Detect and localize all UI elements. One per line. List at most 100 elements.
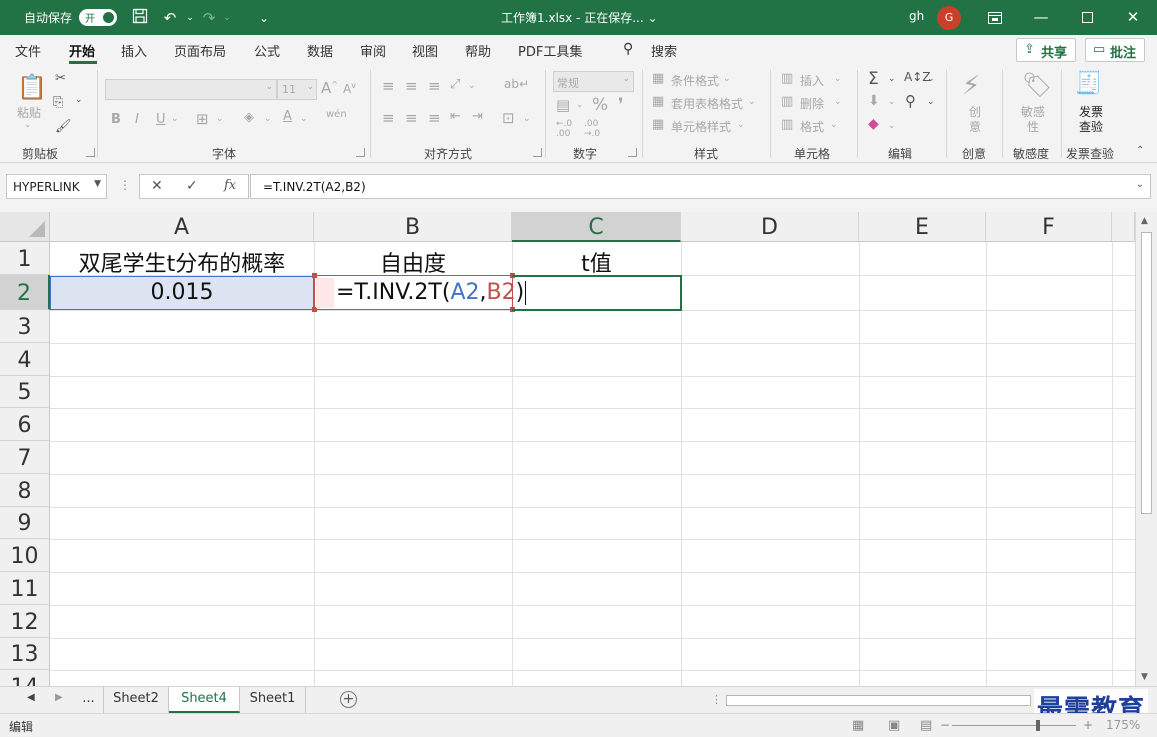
orientation-dropdown-icon[interactable]: ⌄ [468, 81, 476, 91]
normal-view-icon[interactable]: ▦ [852, 718, 864, 733]
user-name[interactable]: gh [909, 9, 924, 23]
row-header-9[interactable]: 9 [0, 507, 50, 539]
align-left-icon[interactable]: ≡ [382, 109, 395, 127]
tab-data[interactable]: 数据 [307, 41, 333, 60]
underline-dropdown-icon[interactable]: ⌄ [171, 114, 179, 124]
row-header-11[interactable]: 11 [0, 572, 50, 605]
name-box-dropdown-icon[interactable]: ▼ [94, 179, 101, 189]
document-title[interactable]: 工作簿1.xlsx - 正在保存... ⌄ [501, 9, 658, 26]
borders-icon[interactable]: ⊞ [196, 110, 209, 128]
comma-style-icon[interactable]: ❜ [618, 95, 623, 115]
save-icon[interactable] [130, 8, 150, 28]
cell-c1[interactable]: t值 [512, 246, 681, 278]
scroll-up-icon[interactable]: ▲ [1141, 216, 1148, 226]
row-header-10[interactable]: 10 [0, 539, 50, 572]
clear-dropdown-icon[interactable]: ⌄ [888, 121, 896, 131]
cell-styles-dropdown-icon[interactable]: ⌄ [737, 120, 745, 130]
row-header-14[interactable]: 14 [0, 670, 50, 686]
format-cells-button[interactable]: 格式 [800, 118, 824, 135]
column-header-b[interactable]: B [314, 212, 512, 242]
font-launcher-icon[interactable] [356, 148, 365, 157]
tab-sheet1[interactable]: Sheet1 [240, 687, 306, 713]
row-header-5[interactable]: 5 [0, 376, 50, 408]
tab-split-icon[interactable]: ⋮ [711, 693, 722, 706]
zoom-out-icon[interactable]: − [940, 718, 950, 732]
font-dropdown-icon[interactable]: ⌄ [265, 82, 273, 92]
align-center-icon[interactable]: ≡ [405, 109, 418, 127]
tab-insert[interactable]: 插入 [121, 41, 147, 60]
column-header-f[interactable]: F [986, 212, 1112, 242]
accounting-icon[interactable]: ▤ [556, 96, 570, 114]
decrease-indent-icon[interactable]: ⇤ [450, 109, 461, 124]
cell-c2-editor[interactable]: =T.INV.2T(A2,B2) [336, 280, 527, 305]
font-color-icon[interactable]: A [283, 109, 292, 124]
vertical-scroll-thumb[interactable] [1141, 232, 1152, 514]
confirm-entry-icon[interactable]: ✓ [186, 178, 198, 194]
bold-icon[interactable]: B [111, 112, 121, 127]
formula-input[interactable]: =T.INV.2T(A2,B2) ⌄ [250, 174, 1151, 199]
cell-styles-icon[interactable]: ▦ [652, 117, 664, 132]
select-all-button[interactable] [0, 212, 50, 242]
customize-toolbar-icon[interactable]: ⌄ [254, 8, 274, 28]
avatar[interactable]: G [937, 6, 961, 30]
page-break-view-icon[interactable]: ▤ [920, 718, 932, 733]
delete-cells-dropdown-icon[interactable]: ⌄ [834, 97, 842, 107]
worksheet-grid[interactable]: A B C D E F 1 2 3 4 5 6 7 8 9 10 11 12 1… [0, 212, 1157, 686]
number-launcher-icon[interactable] [628, 148, 637, 157]
column-header-g[interactable] [1112, 212, 1135, 242]
percent-icon[interactable]: % [592, 95, 608, 115]
page-layout-view-icon[interactable]: ▣ [888, 718, 900, 733]
paste-icon[interactable]: 📋 [17, 73, 47, 101]
fill-icon[interactable]: ⬇ [868, 93, 880, 109]
maximize-button[interactable] [1064, 0, 1110, 35]
accounting-dropdown-icon[interactable]: ⌄ [576, 100, 584, 110]
fill-color-icon[interactable]: ◈ [244, 110, 254, 125]
row-header-6[interactable]: 6 [0, 408, 50, 441]
undo-dropdown-icon[interactable]: ⌄ [180, 8, 200, 28]
redo-icon[interactable]: ↷ [199, 8, 219, 28]
font-size-dropdown-icon[interactable]: ⌄ [306, 82, 314, 92]
align-middle-icon[interactable]: ≡ [405, 77, 418, 95]
tab-home[interactable]: 开始 [69, 41, 95, 60]
scroll-down-icon[interactable]: ▼ [1141, 672, 1148, 682]
copy-dropdown-icon[interactable]: ⌄ [75, 95, 83, 105]
cut-icon[interactable]: ✂ [55, 71, 66, 86]
autosum-dropdown-icon[interactable]: ⌄ [888, 74, 896, 84]
row-header-13[interactable]: 13 [0, 638, 50, 670]
insert-cells-dropdown-icon[interactable]: ⌄ [834, 74, 842, 84]
format-cells-icon[interactable]: ▥ [781, 117, 793, 132]
zoom-slider[interactable] [952, 725, 1076, 726]
sheet-more[interactable]: ... [74, 687, 104, 713]
zoom-level[interactable]: 175% [1106, 718, 1140, 732]
zoom-in-icon[interactable]: + [1083, 718, 1093, 732]
format-as-table-dropdown-icon[interactable]: ⌄ [748, 97, 756, 107]
vertical-scrollbar[interactable]: ▲ ▼ [1135, 212, 1157, 686]
minimize-button[interactable]: — [1018, 0, 1064, 35]
cancel-entry-icon[interactable]: ✕ [151, 178, 163, 194]
expand-formula-bar-icon[interactable]: ⌄ [1136, 179, 1144, 190]
conditional-format-button[interactable]: 条件格式 [671, 72, 719, 89]
row-header-8[interactable]: 8 [0, 474, 50, 507]
column-header-c[interactable]: C [512, 212, 681, 242]
column-header-d[interactable]: D [681, 212, 859, 242]
formula-ref-b2[interactable]: B2 [486, 280, 515, 305]
format-painter-icon[interactable]: 🖌 [55, 119, 72, 134]
align-bottom-icon[interactable]: ≡ [428, 77, 441, 95]
creativity-icon[interactable]: ⚡ [962, 71, 980, 101]
decrease-font-icon[interactable]: Av [343, 81, 356, 96]
cell-styles-button[interactable]: 单元格样式 [671, 118, 731, 135]
invoice-check-button[interactable]: 发票查验 [1078, 105, 1104, 135]
invoice-check-icon[interactable]: 🧾 [1075, 71, 1102, 96]
insert-cells-button[interactable]: 插入 [800, 72, 824, 89]
format-as-table-button[interactable]: 套用表格格式 [671, 95, 743, 112]
conditional-format-dropdown-icon[interactable]: ⌄ [723, 74, 731, 84]
find-select-dropdown-icon[interactable]: ⌄ [927, 97, 935, 107]
format-cells-dropdown-icon[interactable]: ⌄ [830, 120, 838, 130]
increase-indent-icon[interactable]: ⇥ [472, 109, 483, 124]
cell-b1[interactable]: 自由度 [314, 246, 512, 278]
paste-label[interactable]: 粘贴 [17, 106, 41, 121]
name-box[interactable]: HYPERLINK ▼ [6, 174, 107, 199]
increase-font-icon[interactable]: A^ [321, 79, 338, 97]
autosum-icon[interactable]: Σ [868, 69, 879, 89]
cell-a1[interactable]: 双尾学生t分布的概率 [50, 246, 314, 278]
